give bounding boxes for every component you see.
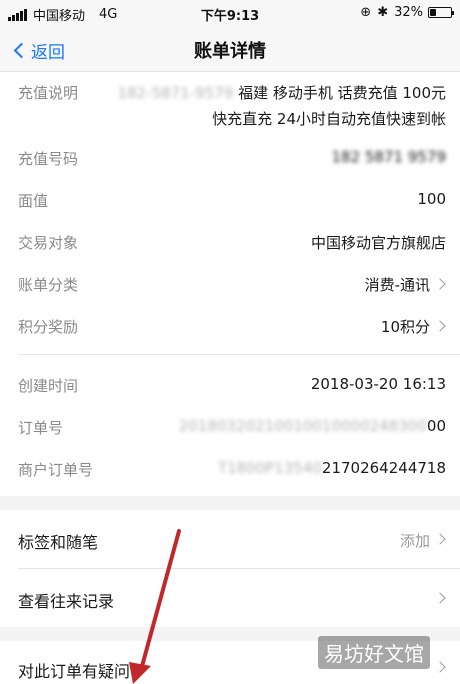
status-bar: 中国移动 4G 下午9:13 ⊕ ✱ 32% xyxy=(0,0,460,26)
battery-icon xyxy=(428,7,454,18)
nav-bar: 返回 账单详情 xyxy=(0,26,460,72)
category-value: 消费-通讯 xyxy=(364,276,430,294)
row-category[interactable]: 账单分类 消费-通讯 xyxy=(0,274,460,296)
points-label: 积分奖励 xyxy=(18,318,79,336)
face-value-label: 面值 xyxy=(18,192,49,210)
row-face-value: 面值 100 xyxy=(0,190,460,212)
divider xyxy=(18,354,460,355)
recharge-desc-line1: 182-5871-9579 福建 移动手机 话费充值 100元 xyxy=(117,82,446,103)
order-question-label: 对此订单有疑问 xyxy=(18,662,131,681)
history-row[interactable]: 查看往来记录 xyxy=(0,569,460,627)
counterparty-value: 中国移动官方旗舰店 xyxy=(310,234,446,252)
chevron-right-icon xyxy=(434,592,446,604)
recharge-desc-redacted: 182-5871-9579 xyxy=(117,84,234,102)
chevron-right-icon xyxy=(434,320,446,332)
tags-label: 标签和随笔 xyxy=(18,533,99,552)
order-no-redacted: 20180320210010010000248300 xyxy=(178,417,427,435)
points-value: 10积分 xyxy=(380,318,430,336)
chevron-right-icon xyxy=(434,661,446,673)
orientation-lock-icon: ⊕ xyxy=(360,5,372,20)
chevron-right-icon xyxy=(434,533,446,545)
merchant-order-label: 商户订单号 xyxy=(18,461,94,479)
row-counterparty: 交易对象 中国移动官方旗舰店 xyxy=(0,232,460,254)
chevron-right-icon xyxy=(434,278,446,290)
row-merchant-order: 商户订单号 T1800P135402170264244718 xyxy=(0,459,460,481)
bluetooth-icon: ✱ xyxy=(377,5,389,20)
recharge-desc-line2: 快充直充 24小时自动充值快速到帐 xyxy=(212,110,446,128)
recharge-number-value: 182 5871 9579 xyxy=(331,148,446,166)
page-title: 账单详情 xyxy=(194,41,266,62)
created-label: 创建时间 xyxy=(18,377,79,395)
history-label: 查看往来记录 xyxy=(18,592,115,611)
row-order-no: 订单号 2018032021001001000024830000 xyxy=(0,417,460,439)
section-gap xyxy=(0,496,460,510)
merchant-order-tail: 2170264244718 xyxy=(321,459,446,477)
counterparty-label: 交易对象 xyxy=(18,234,79,252)
recharge-number-label: 充值号码 xyxy=(18,150,79,168)
category-label: 账单分类 xyxy=(18,276,79,294)
row-points[interactable]: 积分奖励 10积分 xyxy=(0,316,460,338)
tags-notes-row[interactable]: 标签和随笔 添加 xyxy=(0,510,460,568)
battery-fill xyxy=(430,9,437,16)
watermark: 易坊好文馆 xyxy=(318,636,430,669)
order-no-label: 订单号 xyxy=(18,419,64,437)
recharge-desc-text: 福建 移动手机 话费充值 100元 xyxy=(238,84,446,102)
face-value: 100 xyxy=(417,190,446,208)
order-no-tail: 00 xyxy=(426,417,446,435)
row-recharge-desc: 充值说明 182-5871-9579 福建 移动手机 话费充值 100元 快充直… xyxy=(0,82,460,132)
merchant-order-value: T1800P135402170264244718 xyxy=(218,459,446,477)
merchant-order-redacted: T1800P13540 xyxy=(217,459,322,477)
row-recharge-number: 充值号码 182 5871 9579 xyxy=(0,148,460,170)
created-value: 2018-03-20 16:13 xyxy=(310,375,446,393)
battery-percent: 32% xyxy=(394,5,423,20)
order-no-value: 2018032021001001000024830000 xyxy=(179,417,446,435)
tags-add-value: 添加 xyxy=(399,532,430,550)
row-created: 创建时间 2018-03-20 16:13 xyxy=(0,375,460,397)
recharge-desc-label: 充值说明 xyxy=(18,84,79,102)
status-right: ⊕ ✱ 32% xyxy=(354,5,454,20)
